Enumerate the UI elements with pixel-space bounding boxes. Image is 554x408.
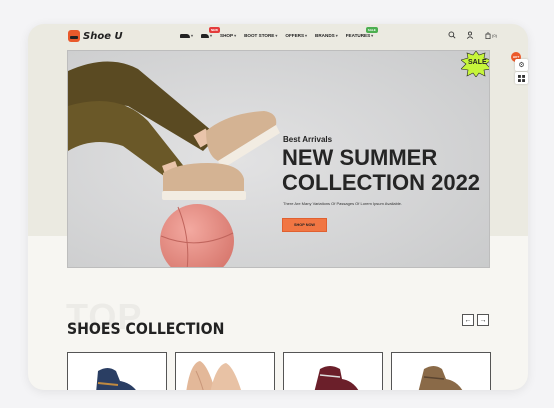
chevron-down-icon: ▾ [234, 33, 237, 38]
hero-title-line1: NEW SUMMER [282, 145, 438, 170]
shop-now-button[interactable]: SHOP NOW [282, 218, 327, 232]
sale-badge: SALE [365, 27, 378, 33]
nav-label: FEATURES [345, 33, 371, 38]
product-card[interactable] [283, 352, 383, 390]
header-icons: (0) [448, 31, 498, 39]
gear-icon[interactable]: ⚙ [515, 59, 528, 71]
nav-item-shop[interactable]: SHOP ▾ [220, 33, 236, 38]
brand-logo[interactable]: Shoe U [68, 30, 123, 42]
chevron-down-icon: ▾ [371, 33, 374, 38]
nav-item-new[interactable]: ▾ NEW [201, 27, 221, 38]
product-card[interactable] [175, 352, 275, 390]
user-icon[interactable] [466, 31, 474, 39]
boot-icon [96, 368, 136, 390]
hero-banner: Best Arrivals NEW SUMMER COLLECTION 2022… [67, 50, 490, 268]
boot-icon [314, 366, 359, 390]
cart-icon[interactable]: (0) [484, 31, 498, 39]
nav-item-offers[interactable]: OFFERS ▾ [285, 33, 307, 38]
product-card[interactable] [391, 352, 491, 390]
cart-count: (0) [492, 32, 497, 38]
nav-label: OFFERS [285, 33, 305, 38]
brand-name: Shoe U [83, 30, 123, 42]
hero-subtitle: Best Arrivals [283, 135, 333, 144]
shoe-logo-icon [68, 30, 80, 42]
section-title: SHOES COLLECTION [67, 319, 225, 338]
chevron-down-icon: ▾ [305, 33, 308, 38]
grid-icon[interactable] [515, 72, 528, 84]
nav-item-boot-store[interactable]: BOOT STORE ▾ [244, 33, 277, 38]
shoe-icon [180, 33, 190, 38]
nav-item-features[interactable]: FEATURES ▾ SALE [345, 27, 378, 38]
site-header: Shoe U ▾ ▾ NEW SHOP ▾ BOOT STORE ▾ OFFERS ▾… [28, 24, 528, 50]
sale-sticker: SALE [460, 51, 489, 78]
search-icon[interactable] [448, 31, 456, 39]
carousel-controls: ← → [462, 314, 489, 326]
hero-description: There Are Many Variations Of Passages Of… [283, 201, 403, 206]
nav-item-sneakers[interactable]: ▾ [180, 33, 193, 38]
page-frame: Shoe U ▾ ▾ NEW SHOP ▾ BOOT STORE ▾ OFFERS ▾… [28, 24, 528, 390]
chevron-down-icon: ▾ [335, 33, 338, 38]
chevron-down-icon: ▾ [275, 33, 278, 38]
product-list [67, 352, 491, 390]
prev-arrow-button[interactable]: ← [462, 314, 474, 326]
hero-title-line2: COLLECTION 2022 [282, 170, 481, 195]
boot-icon [418, 366, 463, 390]
new-badge: NEW [209, 27, 221, 33]
heels-icon [186, 361, 242, 390]
next-arrow-button[interactable]: → [477, 314, 489, 326]
shoe-icon [201, 33, 210, 38]
main-nav: ▾ ▾ NEW SHOP ▾ BOOT STORE ▾ OFFERS ▾ BRANDS… [180, 27, 378, 38]
chevron-down-icon: ▾ [191, 33, 194, 38]
nav-label: BRANDS [315, 33, 335, 38]
sale-label: SALE [468, 59, 487, 66]
nav-label: BOOT STORE [244, 33, 275, 38]
nav-label: SHOP [220, 33, 234, 38]
chevron-down-icon: ▾ [210, 33, 213, 38]
product-card[interactable] [67, 352, 167, 390]
nav-item-brands[interactable]: BRANDS ▾ [315, 33, 338, 38]
